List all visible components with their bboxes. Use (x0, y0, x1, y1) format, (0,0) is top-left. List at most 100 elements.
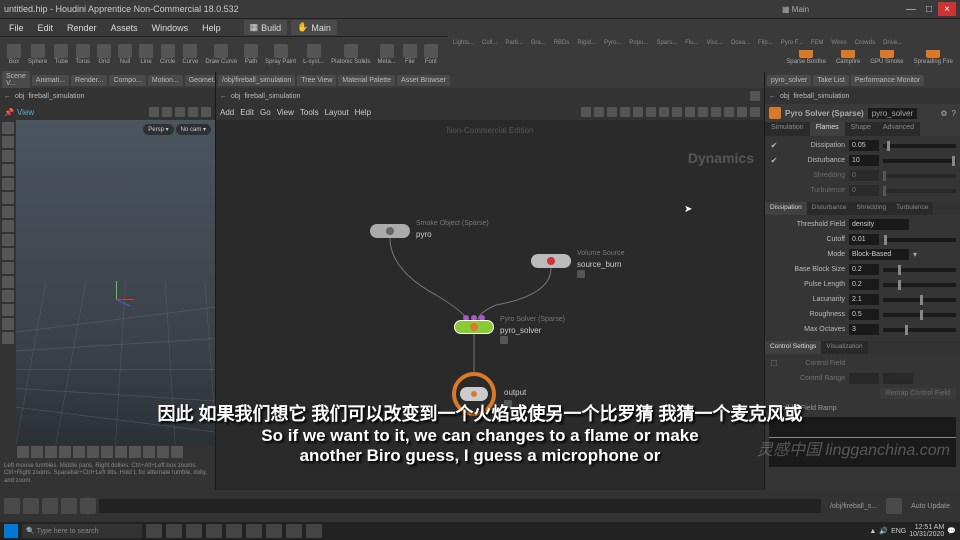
t-item[interactable]: Drive... (880, 39, 905, 47)
t-item[interactable]: Asset Browser (397, 75, 450, 86)
chevron-down-icon[interactable]: ▾ (913, 250, 917, 259)
shelf-tool[interactable]: File (400, 42, 420, 67)
bypass-flag-icon[interactable] (577, 270, 585, 278)
menu-assets[interactable]: Assets (106, 21, 143, 35)
octaves-slider[interactable] (883, 328, 956, 332)
camera-persp[interactable]: Persp ▾ (143, 124, 173, 135)
checkbox[interactable]: ☐ (769, 359, 779, 368)
t-item[interactable]: Flip... (755, 39, 776, 47)
t-item[interactable]: Visc... (703, 39, 725, 47)
menu-windows[interactable]: Windows (147, 21, 194, 35)
shelf-tool[interactable]: Tube (51, 42, 71, 67)
lacunarity-slider[interactable] (883, 298, 956, 302)
vp-tool-icon[interactable] (2, 206, 14, 218)
t-item[interactable]: Gra... (528, 39, 549, 47)
notif-icon[interactable]: 💬 (947, 527, 956, 535)
vp-tool-icon[interactable] (2, 122, 14, 134)
mode-select[interactable]: Block-Based (849, 249, 909, 260)
path-obj[interactable]: obj (231, 93, 240, 100)
shelf-tool[interactable]: Circle (157, 42, 178, 67)
shelf-tool[interactable]: L-syst... (300, 42, 327, 67)
node-pyro-solver[interactable]: Pyro Solver (Sparse) pyro_solver (454, 320, 494, 334)
menu-file[interactable]: File (4, 21, 29, 35)
vp-tool-icon[interactable] (188, 107, 198, 117)
shelf-tool[interactable]: Meta... (374, 42, 398, 67)
vp-tool-icon[interactable] (201, 107, 211, 117)
vp-tool-icon[interactable] (2, 318, 14, 330)
shelf-tool[interactable]: Path (241, 42, 261, 67)
vp-tool-icon[interactable] (157, 446, 169, 458)
disturbance-slider[interactable] (883, 159, 956, 163)
vp-tool-icon[interactable] (2, 290, 14, 302)
shelf-tool[interactable]: Platonic Solids (328, 42, 373, 67)
t-item[interactable]: Take List (813, 75, 849, 86)
tab-control-settings[interactable]: Control Settings (765, 341, 821, 354)
t-item[interactable]: FEM (808, 39, 827, 47)
tab-shape[interactable]: Shape (845, 122, 877, 136)
play-last-icon[interactable] (80, 498, 96, 514)
subtab-disturbance[interactable]: Disturbance (807, 202, 852, 215)
tray-lang[interactable]: ENG (891, 528, 906, 535)
subtab-dissipation[interactable]: Dissipation (765, 202, 807, 215)
shelf-tool[interactable]: Draw Curve (202, 42, 240, 67)
t-item[interactable]: Spars... (653, 39, 680, 47)
ne-edit[interactable]: Edit (240, 108, 254, 117)
maximize-button[interactable]: □ (920, 2, 938, 16)
taskbar-app[interactable] (146, 524, 162, 538)
t-item[interactable]: Crowds (852, 39, 878, 47)
t-item[interactable]: Scene V... (2, 71, 30, 89)
camera-nocam[interactable]: No cam ▾ (176, 124, 211, 135)
dissipation-field[interactable]: 0.05 (849, 140, 879, 151)
t-item[interactable]: Pyro F... (778, 39, 806, 47)
close-button[interactable]: × (938, 2, 956, 16)
path-obj[interactable]: obj (780, 93, 789, 100)
vp-tool-icon[interactable] (17, 446, 29, 458)
vp-tool-icon[interactable] (2, 276, 14, 288)
pulse-field[interactable]: 0.2 (849, 279, 879, 290)
vp-tool-icon[interactable] (2, 262, 14, 274)
t-item[interactable]: Tree View (297, 75, 336, 86)
vp-tool-icon[interactable] (2, 136, 14, 148)
menu-help[interactable]: Help (197, 21, 226, 35)
ne-tool-icon[interactable] (633, 107, 643, 117)
ne-tool-icon[interactable] (646, 107, 656, 117)
t-item[interactable]: Coll... (479, 39, 500, 47)
vp-tool-icon[interactable] (2, 332, 14, 344)
ne-tool-icon[interactable] (581, 107, 591, 117)
ne-tool-icon[interactable] (659, 107, 669, 117)
path-node[interactable]: fireball_simulation (793, 93, 849, 100)
t-item[interactable]: RBDs (551, 39, 573, 47)
display-flag-icon[interactable] (504, 400, 512, 408)
ne-tools[interactable]: Tools (300, 108, 319, 117)
ne-tool-icon[interactable] (724, 107, 734, 117)
shelf-tool[interactable]: Curve (179, 42, 201, 67)
pulse-slider[interactable] (883, 283, 956, 287)
cutoff-field[interactable]: 0.01 (849, 234, 879, 245)
dissipation-slider[interactable] (883, 144, 956, 148)
ne-add[interactable]: Add (220, 108, 234, 117)
vp-tool-icon[interactable] (129, 446, 141, 458)
help-icon[interactable]: ? (952, 109, 956, 118)
vp-tool-icon[interactable] (2, 150, 14, 162)
tray-icon[interactable]: 🔊 (879, 527, 888, 535)
blocksize-field[interactable]: 0.2 (849, 264, 879, 275)
ne-go[interactable]: Go (260, 108, 271, 117)
menu-edit[interactable]: Edit (33, 21, 59, 35)
taskbar-app[interactable] (306, 524, 322, 538)
t-item[interactable]: Wires (828, 39, 849, 47)
tab-simulation[interactable]: Simulation (765, 122, 810, 136)
windows-search[interactable]: 🔍 Type here to search (22, 524, 142, 538)
roughness-field[interactable]: 0.5 (849, 309, 879, 320)
roughness-slider[interactable] (883, 313, 956, 317)
shelf-tool[interactable]: Null (115, 42, 135, 67)
vp-tool-icon[interactable] (2, 192, 14, 204)
path-node[interactable]: fireball_simulation (244, 93, 300, 100)
threshold-field[interactable]: density (849, 219, 909, 230)
play-icon[interactable] (42, 498, 58, 514)
disturbance-field[interactable]: 10 (849, 155, 879, 166)
ramp-editor[interactable] (769, 417, 956, 467)
cutoff-slider[interactable] (883, 238, 956, 242)
vp-tool-icon[interactable] (101, 446, 113, 458)
shelf-tool[interactable]: Line (136, 42, 156, 67)
octaves-field[interactable]: 3 (849, 324, 879, 335)
